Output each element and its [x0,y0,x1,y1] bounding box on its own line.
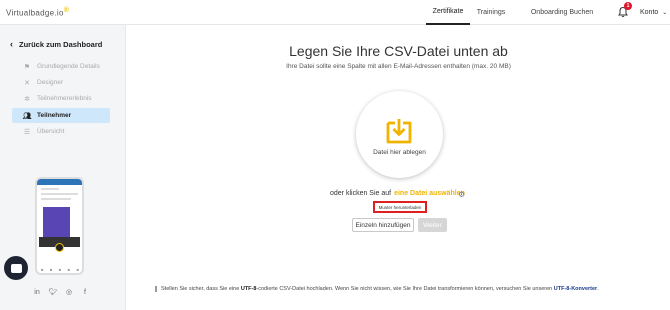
next-button[interactable]: Weiter [418,218,447,232]
phone-text-line [41,188,59,190]
chevron-down-icon: ⌄ [662,10,668,16]
add-single-button[interactable]: Einzeln hinzufügen [352,218,414,232]
phone-topbar [37,179,82,185]
phone-certificate-card [43,207,70,237]
page-title: Legen Sie Ihre CSV-Datei unten ab [289,43,508,59]
nav-zertifikate[interactable]: Zertifikate [426,0,470,25]
list-icon: ☰ [23,128,31,136]
sidebar-item-teilnehmer[interactable]: 👥︎ Teilnehmer [12,108,110,123]
linkedin-icon[interactable]: in [32,287,42,297]
download-tray-icon [386,119,412,144]
tools-icon: ✕ [24,79,30,87]
sparkle-icon: ✲ [24,95,30,103]
choose-file-line: oder klicken Sie auf eine Datei auswählen [330,190,465,197]
instagram-icon[interactable]: ◎ [64,287,74,297]
sidebar-item-designer[interactable]: ✕ Designer [12,75,110,90]
nav-trainings[interactable]: Trainings [474,0,508,25]
facebook-icon[interactable]: f [80,287,90,297]
utf8-hint: Stellen Sie sicher, dass Sie eine UTF-8-… [155,286,599,292]
account-menu[interactable]: Konto ⌄ [640,0,667,25]
flag-icon: ⚑ [23,63,31,71]
nav-onboarding[interactable]: Onboarding Buchen [526,0,598,25]
phone-text-line [41,193,78,195]
twitter-icon[interactable]: 🐦︎ [48,287,58,297]
phone-badge-circle [55,243,64,252]
sidebar-item-uebersicht[interactable]: ☰ Übersicht [12,124,110,139]
users-icon: 👥︎ [22,112,32,120]
logo[interactable]: Virtualbadge.io® [6,7,69,18]
back-to-dashboard[interactable]: ‹ Zurück zum Dashboard [10,39,102,49]
gear-icon[interactable]: ⚙ [458,190,465,199]
chevron-left-icon: ‹ [10,39,13,49]
chat-icon [10,263,22,273]
top-bar: Virtualbadge.io® Zertifikate Trainings O… [0,0,670,25]
utf8-converter-link[interactable]: UTF-8-Konverter [554,286,597,292]
download-sample-button[interactable]: Muster herunterladen [373,201,427,213]
phone-share-icons: ■ ■ ■ ■ ■ [41,267,79,272]
account-label: Konto [640,9,659,16]
drop-zone-label: Datei hier ablegen [373,149,426,156]
file-drop-zone[interactable]: Datei hier ablegen [356,91,443,178]
phone-preview: ■ ■ ■ ■ ■ [35,177,84,275]
notification-badge: 1 [624,2,632,10]
chat-launcher-button[interactable] [4,256,28,280]
choose-file-link[interactable]: eine Datei auswählen [394,190,465,197]
page-subtitle: Ihre Datei sollte eine Spalte mit allen … [286,63,511,70]
phone-text-line [41,198,71,200]
sidebar-item-teilnehmererlebnis[interactable]: ✲ Teilnehmererlebnis [12,91,110,106]
sidebar-item-grundlegende-details[interactable]: ⚑ Grundlegende Details [12,59,110,74]
